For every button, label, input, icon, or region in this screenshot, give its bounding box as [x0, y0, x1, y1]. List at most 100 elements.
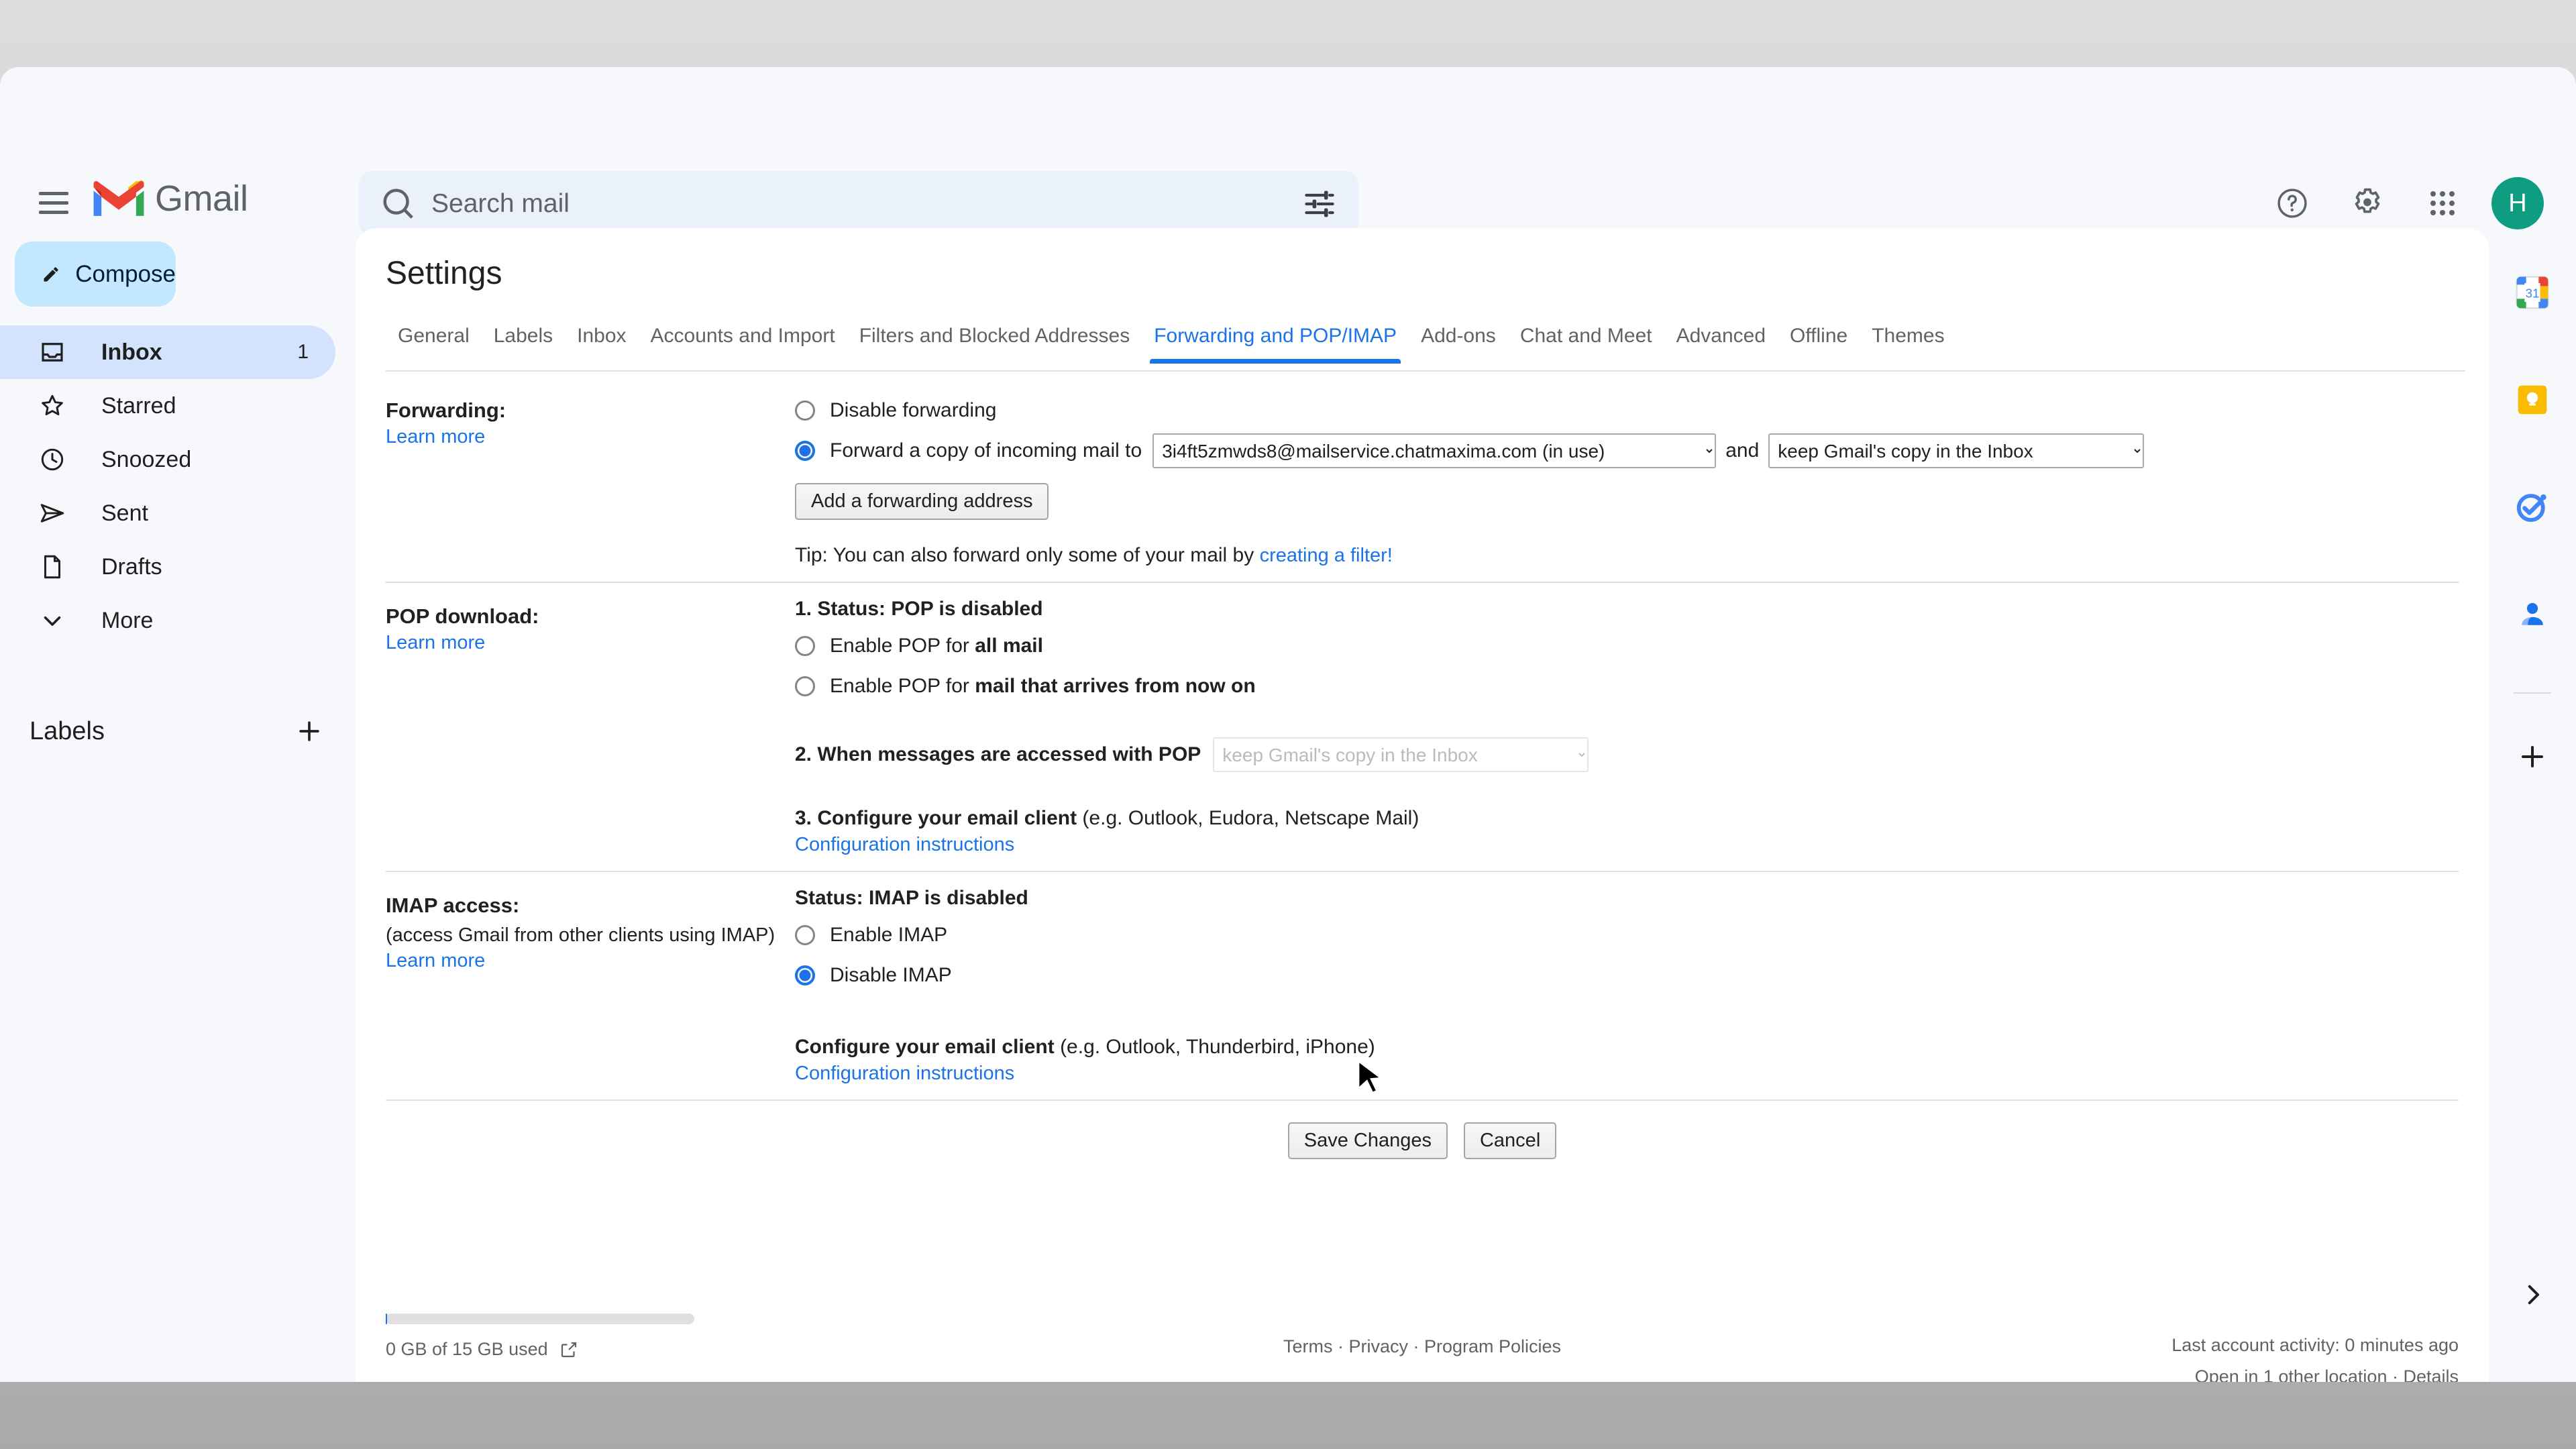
pop-enable-all-bold: all mail [975, 635, 1043, 657]
expand-side-panel-button[interactable] [2506, 1268, 2560, 1322]
top-header-bar [0, 67, 2576, 154]
compose-label: Compose [75, 260, 176, 287]
tab-accounts-and-import[interactable]: Accounts and Import [639, 322, 847, 364]
pop-enable-all-option[interactable]: Enable POP for all mail [795, 627, 2459, 665]
add-app-button[interactable] [2503, 727, 2562, 786]
imap-controls: Status: IMAP is disabled Enable IMAP Dis… [795, 887, 2459, 1085]
imap-configuration-instructions-link[interactable]: Configuration instructions [795, 1063, 2459, 1085]
pop-label: POP download: [386, 604, 539, 628]
send-icon [38, 499, 72, 527]
tab-forwarding-and-pop-imap[interactable]: Forwarding and POP/IMAP [1142, 322, 1409, 364]
pop-learn-more-link[interactable]: Learn more [386, 632, 795, 654]
disable-forwarding-label: Disable forwarding [830, 399, 997, 421]
svg-text:31: 31 [2526, 286, 2540, 301]
sidebar-item-inbox[interactable]: Inbox 1 [0, 325, 335, 379]
help-button[interactable] [2262, 173, 2322, 233]
chevron-right-icon [2528, 1285, 2540, 1305]
tab-add-ons[interactable]: Add-ons [1409, 322, 1508, 364]
tab-advanced[interactable]: Advanced [1664, 322, 1778, 364]
imap-enable-radio[interactable] [795, 925, 815, 945]
plus-icon [2522, 746, 2543, 767]
section-forwarding: Forwarding: Learn more Disable forwardin… [386, 377, 2459, 583]
status-footer: 0 GB of 15 GB used Terms · Privacy · Pro… [356, 1301, 2489, 1382]
save-changes-button[interactable]: Save Changes [1287, 1122, 1448, 1159]
pop-enable-now-radio[interactable] [795, 676, 815, 696]
google-calendar-icon: 31 [2516, 276, 2549, 309]
google-contacts-button[interactable] [2503, 585, 2562, 644]
program-policies-link[interactable]: Program Policies [1424, 1336, 1561, 1356]
tab-general[interactable]: General [386, 322, 482, 364]
sidebar-item-snoozed[interactable]: Snoozed [0, 433, 335, 486]
sidebar-item-drafts[interactable]: Drafts [0, 540, 335, 594]
google-tasks-icon [2516, 494, 2546, 523]
tab-chat-and-meet[interactable]: Chat and Meet [1508, 322, 1664, 364]
pop-enable-all-radio[interactable] [795, 636, 815, 656]
open-in-other-location-text: Open in 1 other location [2194, 1366, 2387, 1382]
labels-header: Labels [0, 704, 356, 758]
search-bar[interactable] [359, 171, 1358, 236]
pop-enable-now-option[interactable]: Enable POP for mail that arrives from no… [795, 667, 2459, 705]
compose-button[interactable]: Compose [15, 241, 176, 307]
sidebar-item-more[interactable]: More [0, 594, 335, 647]
tab-filters-and-blocked-addresses[interactable]: Filters and Blocked Addresses [847, 322, 1142, 364]
google-tasks-button[interactable] [2503, 478, 2562, 537]
help-icon [2277, 189, 2307, 218]
inbox-icon [38, 338, 72, 366]
pencil-icon [44, 266, 58, 282]
side-app-rail: 31 [2489, 228, 2576, 1382]
imap-enable-option[interactable]: Enable IMAP [795, 916, 2459, 954]
imap-disable-label: Disable IMAP [830, 964, 952, 986]
google-keep-button[interactable] [2503, 370, 2562, 429]
settings-sections: Forwarding: Learn more Disable forwardin… [356, 377, 2489, 1166]
inbox-unread-count: 1 [297, 341, 309, 363]
google-calendar-button[interactable]: 31 [2503, 263, 2562, 322]
pop-configuration-instructions-link[interactable]: Configuration instructions [795, 834, 2459, 856]
cancel-button[interactable]: Cancel [1463, 1122, 1557, 1159]
forwarding-copy-action-select[interactable]: keep Gmail's copy in the Inbox mark Gmai… [1768, 433, 2145, 468]
chevron-down-icon [38, 606, 72, 635]
tab-inbox[interactable]: Inbox [565, 322, 638, 364]
details-link[interactable]: Details [2403, 1366, 2459, 1382]
disable-forwarding-option[interactable]: Disable forwarding [795, 392, 2459, 429]
footer-links: Terms · Privacy · Program Policies [356, 1336, 2489, 1357]
forwarding-labels: Forwarding: Learn more [386, 392, 795, 567]
disable-forwarding-radio[interactable] [795, 400, 815, 421]
forwarding-address-select[interactable]: 3i4ft5zmwds8@mailservice.chatmaxima.com … [1152, 433, 1717, 468]
sidebar-item-label: Sent [101, 500, 148, 526]
imap-disable-option[interactable]: Disable IMAP [795, 957, 2459, 994]
footer-sep-2: · [1407, 1336, 1424, 1356]
google-contacts-icon [2522, 602, 2543, 625]
imap-learn-more-link[interactable]: Learn more [386, 950, 795, 972]
search-icon[interactable] [380, 186, 417, 222]
draft-icon [38, 553, 72, 581]
sidebar-item-starred[interactable]: Starred [0, 379, 335, 433]
tab-offline[interactable]: Offline [1778, 322, 1860, 364]
open-locations-row: Open in 1 other location · Details [2171, 1361, 2459, 1382]
google-apps-button[interactable] [2412, 173, 2473, 233]
imap-disable-radio[interactable] [795, 965, 815, 985]
plus-icon[interactable] [290, 712, 329, 751]
storage-progress-bar [386, 1313, 694, 1324]
tab-themes[interactable]: Themes [1860, 322, 1956, 364]
section-imap-access: IMAP access: (access Gmail from other cl… [386, 872, 2459, 1101]
settings-panel: Settings General Labels Inbox Accounts a… [356, 228, 2489, 1382]
forward-copy-radio[interactable] [795, 441, 815, 461]
pop-controls: 1. Status: POP is disabled Enable POP fo… [795, 598, 2459, 856]
creating-a-filter-link[interactable]: creating a filter! [1260, 545, 1393, 566]
sidebar-item-sent[interactable]: Sent [0, 486, 335, 540]
terms-link[interactable]: Terms [1283, 1336, 1333, 1356]
add-forwarding-address-button[interactable]: Add a forwarding address [795, 483, 1049, 520]
tab-labels[interactable]: Labels [482, 322, 565, 364]
search-input[interactable] [431, 189, 1302, 219]
search-options-icon[interactable] [1302, 186, 1337, 221]
and-label: and [1725, 439, 1760, 462]
privacy-link[interactable]: Privacy [1348, 1336, 1408, 1356]
avatar[interactable]: H [2491, 177, 2544, 229]
forwarding-learn-more-link[interactable]: Learn more [386, 426, 795, 448]
imap-status: Status: IMAP is disabled [795, 887, 1028, 909]
footer-sep-1: · [1332, 1336, 1349, 1356]
pop-step2-row: 2. When messages are accessed with POP k… [795, 737, 2459, 772]
pop-status: 1. Status: POP is disabled [795, 598, 1043, 620]
settings-button[interactable] [2337, 173, 2398, 233]
forward-copy-option[interactable]: Forward a copy of incoming mail to 3i4ft… [795, 432, 2459, 470]
